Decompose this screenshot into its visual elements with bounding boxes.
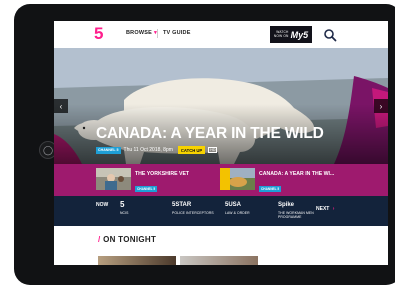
now-on-bar: NOW 5 NCIS 5STAR POLICE INTERCEPTORS 5US… bbox=[54, 196, 388, 226]
hero-meta: CHANNEL 5 Thu 11 Oct 2018, 8pm CATCH UP … bbox=[96, 146, 218, 154]
next-button[interactable]: NEXT › bbox=[316, 206, 334, 212]
tv-guide-link[interactable]: TV GUIDE bbox=[163, 30, 191, 36]
next-label: NEXT bbox=[316, 206, 330, 212]
channel-tag: CHANNEL 5 bbox=[96, 146, 121, 154]
tonight-thumbnail[interactable] bbox=[180, 256, 258, 265]
tonight-thumbnail[interactable] bbox=[98, 256, 176, 265]
channel-logo: Spike bbox=[278, 202, 295, 208]
camera-icon: ◯ bbox=[42, 144, 54, 155]
now-label: NOW bbox=[96, 202, 109, 208]
chevron-right-icon: › bbox=[332, 206, 335, 212]
nav-divider bbox=[157, 29, 158, 38]
channel-logo: 5STAR bbox=[172, 202, 192, 208]
section-title: / ON TONIGHT bbox=[98, 235, 156, 244]
air-date: Thu 11 Oct 2018, 8pm bbox=[123, 147, 173, 153]
channel-now-item[interactable]: 5USA LAW & ORDER bbox=[225, 201, 250, 215]
my5-button[interactable]: WATCH NOW ON My5 bbox=[270, 26, 312, 43]
browse-menu[interactable]: BROWSE ▾ bbox=[126, 30, 157, 36]
hero-banner[interactable]: ‹ › CANADA: A YEAR IN THE WILD CHANNEL 5… bbox=[54, 48, 388, 164]
app-screen: 5 BROWSE ▾ TV GUIDE WATCH NOW ON My5 ‹ ›… bbox=[54, 21, 388, 265]
hd-icon: HD bbox=[208, 147, 218, 153]
channel5-logo[interactable]: 5 bbox=[94, 25, 103, 42]
top-navigation: 5 BROWSE ▾ TV GUIDE WATCH NOW ON My5 bbox=[54, 21, 388, 48]
now-show-title: LAW & ORDER bbox=[225, 211, 250, 215]
featured-thumbnail bbox=[96, 168, 131, 190]
hero-prev-arrow[interactable]: ‹ bbox=[54, 99, 68, 113]
channel-now-item[interactable]: Spike THE WORKMAN MEN PROGRAMME bbox=[278, 201, 318, 219]
my5-logo: My5 bbox=[290, 29, 309, 40]
channel-tag: CHANNEL 5 bbox=[259, 186, 282, 192]
featured-thumbnail bbox=[220, 168, 255, 190]
search-icon[interactable] bbox=[322, 27, 338, 43]
channel-now-item[interactable]: 5 NCIS bbox=[120, 200, 129, 216]
featured-title: THE YORKSHIRE VET bbox=[135, 171, 190, 177]
now-show-title: THE WORKMAN MEN PROGRAMME bbox=[278, 211, 314, 219]
watch-now-label: WATCH NOW ON bbox=[273, 29, 289, 38]
browse-label: BROWSE bbox=[126, 30, 152, 36]
featured-title: CANADA: A YEAR IN THE WI... bbox=[259, 171, 335, 177]
section-title-text: ON TONIGHT bbox=[103, 235, 157, 244]
featured-card[interactable]: CANADA: A YEAR IN THE WI... CHANNEL 5 bbox=[220, 168, 334, 192]
title-slash: / bbox=[98, 235, 101, 244]
channel-logo: 5USA bbox=[225, 202, 242, 208]
channel-tag: CHANNEL 5 bbox=[135, 186, 158, 192]
now-show-title: POLICE INTERCEPTORS bbox=[172, 211, 214, 215]
featured-card[interactable]: THE YORKSHIRE VET CHANNEL 5 bbox=[96, 168, 189, 192]
channel-now-item[interactable]: 5STAR POLICE INTERCEPTORS bbox=[172, 201, 214, 215]
featured-strip: THE YORKSHIRE VET CHANNEL 5 CANADA: A YE… bbox=[54, 164, 388, 196]
hero-title[interactable]: CANADA: A YEAR IN THE WILD bbox=[96, 125, 324, 143]
on-tonight-section: / ON TONIGHT bbox=[54, 226, 388, 265]
hero-next-arrow[interactable]: › bbox=[374, 99, 388, 113]
channel-logo: 5 bbox=[120, 200, 125, 209]
catch-up-button[interactable]: CATCH UP bbox=[177, 146, 206, 154]
now-show-title: NCIS bbox=[120, 211, 129, 215]
